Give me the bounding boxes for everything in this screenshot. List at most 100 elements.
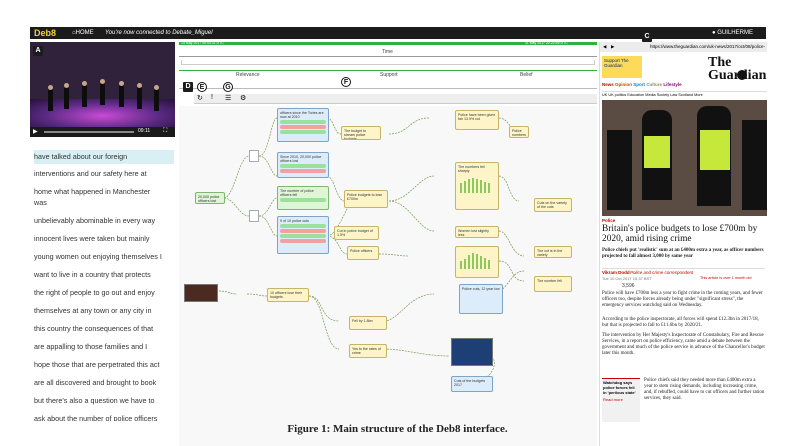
share-count: 3,596 bbox=[622, 283, 635, 289]
info-icon[interactable]: ! bbox=[211, 94, 213, 101]
node-option-disagree[interactable] bbox=[280, 125, 326, 129]
nav-culture[interactable]: Culture bbox=[646, 82, 662, 87]
related-article-title: Watchdog says police forces fell in 'per… bbox=[603, 380, 636, 395]
category-relevance[interactable]: Relevance bbox=[236, 72, 260, 78]
figure-caption: Figure 1: Main structure of the Deb8 int… bbox=[287, 423, 508, 435]
graph-node[interactable] bbox=[455, 246, 499, 278]
browser-address-bar: ◀ ▶ https://www.theguardian.com/uk-news/… bbox=[600, 42, 767, 52]
graph-node[interactable]: The numbers fell sharply bbox=[455, 162, 499, 210]
menu-icon[interactable] bbox=[737, 70, 747, 80]
list-icon[interactable]: ☰ bbox=[225, 94, 231, 102]
article-date: Tue 10 Oct 2017 15.37 BST bbox=[602, 276, 652, 281]
nav-lifestyle[interactable]: Lifestyle bbox=[663, 82, 681, 87]
article-age-note: This article is over 1 month old bbox=[700, 276, 752, 280]
transcript-line: young women out enjoying themselves I bbox=[34, 252, 162, 261]
guardian-logo: The Guardian bbox=[708, 55, 766, 83]
nav-opinion[interactable]: Opinion bbox=[615, 82, 632, 87]
fullscreen-icon[interactable]: ⛶ bbox=[163, 128, 167, 135]
transcript-line: but there's also a question we have to bbox=[34, 396, 155, 405]
graph-node[interactable]: Since 2010, 20,000 police officers lost bbox=[277, 152, 329, 178]
graph-node[interactable]: Police officers bbox=[347, 246, 379, 260]
node-option-agree[interactable] bbox=[280, 120, 326, 124]
graph-node[interactable]: Cuts on the variety of the cuts bbox=[534, 198, 572, 212]
node-option-agree[interactable] bbox=[280, 234, 326, 238]
node-option-disagree[interactable] bbox=[280, 239, 326, 243]
back-arrow-icon[interactable]: ◀ bbox=[603, 42, 606, 52]
node-option-agree[interactable] bbox=[280, 198, 326, 202]
category-divider bbox=[179, 70, 597, 71]
nav-news[interactable]: News bbox=[602, 82, 614, 87]
forward-arrow-icon[interactable]: ▶ bbox=[611, 42, 614, 52]
user-icon: ● bbox=[712, 30, 716, 36]
node-option-disagree[interactable] bbox=[280, 229, 326, 233]
nav-sport[interactable]: Sport bbox=[633, 82, 645, 87]
read-more-link[interactable]: Read more bbox=[603, 397, 639, 402]
subnav-media[interactable]: Media bbox=[645, 93, 655, 97]
subnav-uk-politics[interactable]: UK politics bbox=[608, 93, 626, 97]
video-progress-bar[interactable] bbox=[44, 131, 134, 133]
label-c: C bbox=[642, 32, 652, 42]
article-section: Police bbox=[602, 218, 616, 223]
graph-node[interactable]: Police numbers bbox=[509, 126, 529, 138]
graph-node[interactable]: 20,000 police officers lost since fall 2… bbox=[195, 192, 225, 204]
graph-node-text: 9 of 10 police cuts bbox=[280, 219, 309, 223]
graph-node[interactable]: Yes to the rates of crime bbox=[349, 344, 387, 358]
url-field[interactable]: https://www.theguardian.com/uk-news/2017… bbox=[650, 42, 765, 52]
debate-video[interactable]: ▶ 09:11 ⛶ bbox=[30, 42, 175, 137]
category-support[interactable]: Support bbox=[380, 72, 398, 78]
graph-node[interactable]: Cuts of the budgets 2017 bbox=[451, 376, 493, 392]
node-option-agree[interactable] bbox=[280, 164, 326, 168]
transcript-panel[interactable]: have talked about our foreign interventi… bbox=[30, 144, 175, 446]
graph-connector[interactable] bbox=[249, 150, 259, 162]
transcript-line: this country the consequences of that bbox=[34, 324, 154, 333]
argument-graph[interactable]: 20,000 police officers lost since fall 2… bbox=[179, 106, 597, 446]
video-clip-thumbnail[interactable] bbox=[184, 284, 218, 302]
video-clip-thumbnail[interactable] bbox=[451, 338, 493, 366]
home-link[interactable]: ⌂HOME bbox=[72, 27, 94, 39]
timeline-range[interactable] bbox=[181, 60, 595, 65]
article-byline[interactable]: Vikram Dodd bbox=[602, 270, 630, 275]
user-menu[interactable]: ● GUILHERME bbox=[712, 27, 753, 39]
subnav-society[interactable]: Society bbox=[657, 93, 669, 97]
graph-node[interactable]: Fell by 1.8bn bbox=[349, 316, 387, 330]
label-a: A bbox=[33, 46, 43, 56]
graph-node[interactable]: 9 of 10 police cuts bbox=[277, 216, 329, 254]
timeline-end: 11 May 2017 22:22:45 UTC bbox=[525, 41, 568, 45]
node-option-agree[interactable] bbox=[280, 224, 326, 228]
category-belief[interactable]: Belief bbox=[520, 72, 533, 78]
graph-node[interactable]: The number of police officers fell bbox=[277, 186, 329, 210]
graph-connector[interactable] bbox=[249, 210, 259, 222]
graph-node[interactable]: Police budgets to lose £700m bbox=[344, 190, 388, 208]
graph-node-text: The numbers fell sharply bbox=[458, 165, 485, 173]
graph-node[interactable]: 10 officers lose their budgets bbox=[267, 288, 309, 302]
related-article-card[interactable]: Watchdog says police forces fell in 'per… bbox=[602, 378, 640, 422]
subnav-education[interactable]: Education bbox=[627, 93, 644, 97]
graph-node[interactable]: officers since the Tories are now at 201… bbox=[277, 108, 329, 142]
graph-node[interactable]: Women lost slightly less bbox=[455, 226, 499, 238]
back-icon[interactable]: ↻ bbox=[197, 94, 203, 102]
settings-icon[interactable]: ⚙ bbox=[240, 94, 246, 102]
transcript-line: have talked about our foreign bbox=[34, 150, 174, 164]
transcript-line: are appalling to those families and I bbox=[34, 342, 148, 351]
subnav-more[interactable]: More bbox=[694, 93, 703, 97]
support-button[interactable]: Support The Guardian bbox=[602, 56, 642, 78]
label-d: D bbox=[183, 82, 193, 92]
graph-node[interactable]: The budget to stream police budgets bbox=[341, 126, 381, 140]
video-person bbox=[137, 83, 142, 109]
photo-vest bbox=[700, 130, 730, 170]
graph-node[interactable]: Cut in police budget of 1.5% bbox=[334, 226, 379, 240]
subnav-scotland[interactable]: Scotland bbox=[678, 93, 693, 97]
node-option-disagree[interactable] bbox=[280, 169, 326, 173]
node-option-agree[interactable] bbox=[280, 130, 326, 134]
subnav-law[interactable]: Law bbox=[670, 93, 677, 97]
category-bottom-line bbox=[179, 88, 597, 89]
label-e: E bbox=[197, 82, 207, 92]
graph-node[interactable]: The number fell bbox=[534, 276, 572, 292]
subnav-uk[interactable]: UK bbox=[602, 93, 607, 97]
play-icon[interactable]: ▶ bbox=[33, 128, 38, 135]
graph-node[interactable]: Police have been given fair 13.9% cut bbox=[455, 110, 499, 130]
video-time: 09:11 bbox=[138, 128, 151, 134]
graph-node[interactable]: Police cuts, 12 year low bbox=[459, 284, 503, 314]
graph-node[interactable]: The cut is in the variety bbox=[534, 246, 572, 258]
timeline-title: Time bbox=[382, 49, 393, 55]
